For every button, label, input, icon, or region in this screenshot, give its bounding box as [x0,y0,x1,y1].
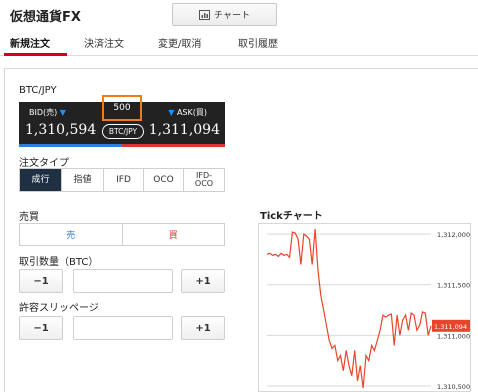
chart-button[interactable]: チャート [172,3,277,26]
bid-label: BID(売) [29,108,58,117]
y-tick-label: 1,311,000 [437,332,470,340]
sell-button[interactable]: 売 [20,224,123,245]
active-tab-indicator [4,53,67,56]
ask-price[interactable]: 1,311,094 [149,122,220,138]
current-price-label: 1,311,094 [434,323,467,331]
arrow-down-icon: ▼ [59,108,66,117]
chart-button-label: チャート [214,11,250,21]
bid-color-bar [19,144,122,147]
tab-modify-cancel[interactable]: 変更/取消 [158,35,201,50]
arrow-down-icon: ▼ [168,108,177,117]
tab-settlement-order[interactable]: 決済注文 [84,35,124,50]
order-type-ifd[interactable]: IFD [104,169,144,191]
quote-board: BID(売) ▼ 500 ▼ ASK(買) 1,310,594 BTC/JPY … [19,95,225,147]
quantity-decrement-button[interactable]: −1 [19,269,63,293]
slippage-decrement-button[interactable]: −1 [19,316,63,340]
slippage-increment-button[interactable]: +1 [181,316,225,340]
side-label: 売買 [19,212,39,223]
tick-chart: 1,312,000 1,311,500 1,311,000 1,310,500 1,31… [258,223,471,392]
tab-new-order[interactable]: 新規注文 [10,35,50,50]
price-line [266,228,432,389]
quantity-label: 取引数量（BTC） [19,257,99,268]
quantity-input[interactable] [73,269,173,293]
bid-price[interactable]: 1,310,594 [25,122,96,138]
y-tick-label: 1,311,500 [437,282,470,290]
order-type-ifd-oco[interactable]: IFD- OCO [184,169,224,191]
y-tick-label: 1,312,000 [437,231,470,239]
ask-color-bar [122,144,225,147]
spread-value: 500 [102,95,142,121]
order-tabs: 新規注文 決済注文 変更/取消 取引履歴 [0,30,478,56]
y-tick-label: 1,310,500 [437,383,470,391]
order-type-oco[interactable]: OCO [144,169,184,191]
tick-chart-plot: 1,312,000 1,311,500 1,311,000 1,310,500 1,31… [266,228,470,391]
order-type-selector: 成行 指値 IFD OCO IFD- OCO [19,168,225,192]
slippage-input[interactable] [73,316,173,340]
pair-pill: BTC/JPY [102,124,144,139]
side-toggle: 売 買 [19,223,225,246]
order-type-label: 注文タイプ [19,158,69,169]
order-type-limit[interactable]: 指値 [62,169,104,191]
quantity-increment-button[interactable]: +1 [181,269,225,293]
ask-header[interactable]: ▼ ASK(買) [168,107,207,118]
bid-header[interactable]: BID(売) ▼ [29,107,66,118]
order-type-market[interactable]: 成行 [20,169,62,191]
app-title: 仮想通貨FX [10,10,81,25]
tick-chart-title: Tickチャート [260,211,323,222]
buy-button[interactable]: 買 [123,224,225,245]
slippage-label: 許容スリッページ [19,303,99,314]
ask-label: ASK(買) [176,108,207,117]
tab-trade-history[interactable]: 取引履歴 [238,35,278,50]
currency-pair-label: BTC/JPY [19,85,57,96]
bar-chart-icon [199,9,211,20]
